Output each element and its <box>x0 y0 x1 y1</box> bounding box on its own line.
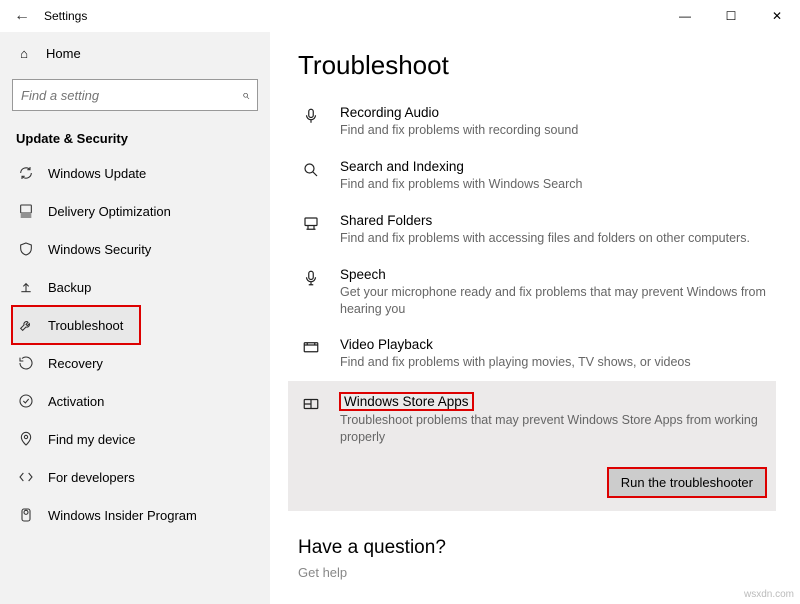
backup-icon <box>18 278 34 296</box>
speech-icon <box>298 267 324 318</box>
sidebar-home[interactable]: ⌂ Home <box>12 38 258 69</box>
ts-item-desc: Find and fix problems with Windows Searc… <box>340 176 776 193</box>
sidebar-item-label: Windows Update <box>48 166 146 181</box>
page-title: Troubleshoot <box>298 50 800 81</box>
sidebar-item-delivery-optimization[interactable]: Delivery Optimization <box>12 192 258 230</box>
ts-item-title: Windows Store Apps <box>340 393 473 410</box>
microphone-icon <box>298 105 324 139</box>
sidebar-item-label: Activation <box>48 394 104 409</box>
search-icon: ⌕ <box>242 87 249 103</box>
ts-item-desc: Find and fix problems with recording sou… <box>340 122 776 139</box>
app-title: Settings <box>44 9 87 23</box>
maximize-button[interactable]: ☐ <box>708 0 754 32</box>
minimize-button[interactable]: — <box>662 0 708 32</box>
insider-icon <box>18 506 34 524</box>
shared-folders-icon <box>298 213 324 247</box>
ts-item-title: Speech <box>340 267 776 282</box>
sidebar: ⌂ Home ⌕ Update & Security Windows Updat… <box>0 32 270 604</box>
ts-item-desc: Find and fix problems with playing movie… <box>340 354 776 371</box>
security-icon <box>18 240 34 258</box>
sidebar-item-activation[interactable]: Activation <box>12 382 258 420</box>
ts-item-title: Recording Audio <box>340 105 776 120</box>
search-box[interactable]: ⌕ <box>12 79 258 111</box>
ts-item-desc: Get your microphone ready and fix proble… <box>340 284 776 318</box>
sidebar-item-label: Find my device <box>48 432 135 447</box>
sidebar-item-windows-insider[interactable]: Windows Insider Program <box>12 496 258 534</box>
sidebar-item-for-developers[interactable]: For developers <box>12 458 258 496</box>
ts-item-desc: Find and fix problems with accessing fil… <box>340 230 776 247</box>
sidebar-item-label: Troubleshoot <box>48 318 123 333</box>
question-heading: Have a question? <box>298 537 800 559</box>
sidebar-item-recovery[interactable]: Recovery <box>12 344 258 382</box>
recovery-icon <box>18 354 34 372</box>
sidebar-home-label: Home <box>46 46 81 61</box>
search-input[interactable] <box>21 88 242 103</box>
sidebar-category: Update & Security <box>16 131 258 146</box>
ts-item-desc: Troubleshoot problems that may prevent W… <box>340 412 766 446</box>
content-pane: Troubleshoot Recording Audio Find and fi… <box>270 32 800 604</box>
close-button[interactable]: ✕ <box>754 0 800 32</box>
sidebar-item-label: Delivery Optimization <box>48 204 171 219</box>
sidebar-item-label: Recovery <box>48 356 103 371</box>
ts-speech[interactable]: Speech Get your microphone ready and fix… <box>298 257 776 328</box>
run-troubleshooter-button[interactable]: Run the troubleshooter <box>608 468 766 497</box>
find-device-icon <box>18 430 34 448</box>
ts-search-indexing[interactable]: Search and Indexing Find and fix problem… <box>298 149 776 203</box>
ts-item-title: Shared Folders <box>340 213 776 228</box>
sidebar-item-find-my-device[interactable]: Find my device <box>12 420 258 458</box>
sidebar-item-label: Windows Insider Program <box>48 508 197 523</box>
ts-video-playback[interactable]: Video Playback Find and fix problems wit… <box>298 327 776 381</box>
sidebar-item-label: Windows Security <box>48 242 151 257</box>
ts-recording-audio[interactable]: Recording Audio Find and fix problems wi… <box>298 95 776 149</box>
ts-shared-folders[interactable]: Shared Folders Find and fix problems wit… <box>298 203 776 257</box>
ts-windows-store-apps[interactable]: Windows Store Apps Troubleshoot problems… <box>288 381 776 511</box>
store-apps-icon <box>298 393 324 497</box>
sidebar-item-windows-update[interactable]: Windows Update <box>12 154 258 192</box>
get-help-link[interactable]: Get help <box>298 565 800 580</box>
troubleshoot-icon <box>18 316 34 334</box>
back-button[interactable]: ← <box>8 7 36 25</box>
magnifier-icon <box>298 159 324 193</box>
sidebar-item-label: Backup <box>48 280 91 295</box>
troubleshooter-list: Recording Audio Find and fix problems wi… <box>298 95 800 511</box>
delivery-icon <box>18 202 34 220</box>
ts-item-title: Search and Indexing <box>340 159 776 174</box>
sidebar-item-label: For developers <box>48 470 135 485</box>
video-icon <box>298 337 324 371</box>
activation-icon <box>18 392 34 410</box>
home-icon: ⌂ <box>16 46 32 61</box>
developers-icon <box>18 468 34 486</box>
titlebar: ← Settings — ☐ ✕ <box>0 0 800 32</box>
ts-item-title: Video Playback <box>340 337 776 352</box>
main-area: ⌂ Home ⌕ Update & Security Windows Updat… <box>0 32 800 604</box>
update-icon <box>18 164 34 182</box>
sidebar-item-windows-security[interactable]: Windows Security <box>12 230 258 268</box>
watermark: wsxdn.com <box>744 589 794 600</box>
sidebar-item-backup[interactable]: Backup <box>12 268 258 306</box>
sidebar-item-troubleshoot[interactable]: Troubleshoot <box>12 306 140 344</box>
window-controls: — ☐ ✕ <box>662 0 800 32</box>
